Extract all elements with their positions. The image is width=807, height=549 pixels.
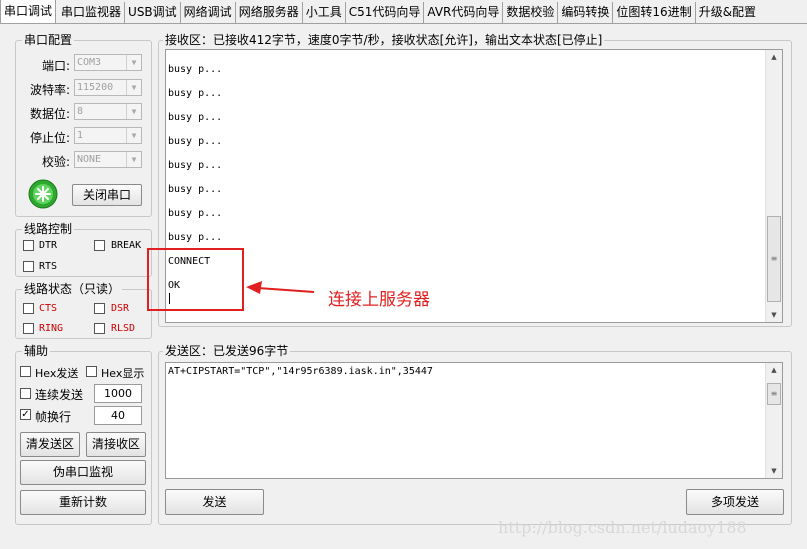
send-scroll-thumb[interactable]: ≡ bbox=[767, 383, 781, 405]
cts-label: CTS bbox=[39, 303, 58, 314]
scroll-up-icon[interactable]: ▲ bbox=[766, 53, 782, 61]
port-value: COM3 bbox=[77, 57, 102, 68]
line-control-group: 线路控制 DTR BREAK RTS bbox=[15, 222, 152, 277]
receive-title: 接收区：已接收412字节，速度0字节/秒，接收状态[允许]，输出文本状态[已停止… bbox=[163, 33, 605, 47]
scroll-down-icon[interactable]: ▼ bbox=[766, 311, 782, 319]
dsr-indicator bbox=[94, 303, 105, 314]
frame-newline-checkbox[interactable]: ✓ bbox=[20, 409, 31, 420]
send-group: 发送区：已发送96字节 AT+CIPSTART="TCP","14r95r638… bbox=[158, 344, 792, 525]
clear-send-button[interactable]: 清发送区 bbox=[20, 432, 80, 457]
tab-network-debug[interactable]: 网络调试 bbox=[181, 2, 236, 23]
baud-select[interactable]: 115200 ▼ bbox=[74, 79, 142, 96]
rts-checkbox[interactable] bbox=[23, 261, 34, 272]
arrow-left-icon bbox=[246, 281, 315, 294]
send-button[interactable]: 发送 bbox=[165, 489, 264, 515]
ring-label: RING bbox=[39, 323, 64, 334]
tab-encoding[interactable]: 编码转换 bbox=[558, 2, 614, 23]
line-status-title: 线路状态（只读） bbox=[22, 282, 123, 296]
rlsd-label: RLSD bbox=[111, 323, 136, 334]
dsr-label: DSR bbox=[111, 303, 130, 314]
watermark: http://blog.csdn.net/ludaoy188 bbox=[498, 518, 747, 537]
dtr-label: DTR bbox=[39, 240, 58, 251]
send-textarea[interactable]: AT+CIPSTART="TCP","14r95r6389.iask.in",3… bbox=[165, 362, 783, 479]
chevron-down-icon: ▼ bbox=[126, 128, 141, 143]
tab-usb-debug[interactable]: USB调试 bbox=[125, 2, 181, 23]
chevron-down-icon: ▼ bbox=[126, 104, 141, 119]
receive-line: busy p... bbox=[168, 184, 223, 195]
chevron-down-icon: ▼ bbox=[126, 152, 141, 167]
rlsd-indicator bbox=[94, 323, 105, 334]
cts-indicator bbox=[23, 303, 34, 314]
hex-send-checkbox[interactable] bbox=[20, 366, 31, 377]
annotation-text: 连接上服务器 bbox=[328, 290, 430, 310]
receive-line: busy p... bbox=[168, 160, 223, 171]
tab-bar: 串口调试 串口监视器 USB调试 网络调试 网络服务器 小工具 C51代码向导 … bbox=[0, 0, 807, 24]
send-scrollbar[interactable]: ▲ ≡ ▼ bbox=[765, 363, 782, 478]
receive-scrollbar[interactable]: ▲ ≡ ▼ bbox=[765, 50, 782, 322]
close-port-button[interactable]: 关闭串口 bbox=[72, 184, 142, 206]
send-title: 发送区：已发送96字节 bbox=[163, 344, 291, 358]
chevron-down-icon: ▼ bbox=[126, 80, 141, 95]
receive-line: busy p... bbox=[168, 64, 223, 75]
stopbits-label: 停止位: bbox=[29, 131, 70, 145]
tab-c51-wizard[interactable]: C51代码向导 bbox=[346, 2, 425, 23]
frame-input[interactable]: 40 bbox=[94, 406, 142, 425]
dtr-checkbox[interactable] bbox=[23, 240, 34, 251]
port-label: 端口: bbox=[41, 59, 70, 73]
baud-value: 115200 bbox=[77, 82, 114, 93]
parity-select[interactable]: NONE ▼ bbox=[74, 151, 142, 168]
line-status-group: 线路状态（只读） CTS DSR RING RLSD bbox=[15, 282, 152, 339]
pseudo-monitor-button[interactable]: 伪串口监视 bbox=[20, 460, 146, 485]
hex-show-checkbox[interactable] bbox=[86, 366, 97, 377]
ring-indicator bbox=[23, 323, 34, 334]
parity-label: 校验: bbox=[41, 155, 70, 169]
port-status-icon bbox=[28, 179, 58, 209]
interval-input[interactable]: 1000 bbox=[94, 384, 142, 403]
receive-line: busy p... bbox=[168, 208, 223, 219]
tab-avr-wizard[interactable]: AVR代码向导 bbox=[424, 2, 504, 23]
aux-group: 辅助 Hex发送 Hex显示 连续发送 1000 ✓ 帧换行 40 清发送区 清… bbox=[15, 344, 152, 525]
continuous-send-label: 连续发送 bbox=[35, 388, 84, 402]
tab-serial-monitor[interactable]: 串口监视器 bbox=[58, 2, 126, 23]
send-content: AT+CIPSTART="TCP","14r95r6389.iask.in",3… bbox=[168, 366, 433, 377]
receive-line: busy p... bbox=[168, 112, 223, 123]
multi-send-button[interactable]: 多项发送 bbox=[686, 489, 784, 515]
aux-title: 辅助 bbox=[22, 344, 51, 358]
rts-label: RTS bbox=[39, 261, 58, 272]
tab-serial-debug[interactable]: 串口调试 bbox=[0, 0, 57, 23]
scroll-down-icon[interactable]: ▼ bbox=[766, 467, 782, 475]
serial-config-title: 串口配置 bbox=[22, 33, 75, 47]
stopbits-select[interactable]: 1 ▼ bbox=[74, 127, 142, 144]
port-select[interactable]: COM3 ▼ bbox=[74, 54, 142, 71]
serial-config-group: 串口配置 端口: COM3 ▼ 波特率: 115200 ▼ 数据位: 8 ▼ 停… bbox=[15, 33, 152, 217]
continuous-send-checkbox[interactable] bbox=[20, 388, 31, 399]
parity-value: NONE bbox=[77, 154, 102, 165]
recount-button[interactable]: 重新计数 bbox=[20, 490, 146, 515]
stopbits-value: 1 bbox=[77, 130, 84, 141]
receive-line: busy p... bbox=[168, 88, 223, 99]
databits-value: 8 bbox=[77, 106, 84, 117]
tab-network-server[interactable]: 网络服务器 bbox=[236, 2, 303, 23]
tab-upgrade-config[interactable]: 升级&配置 bbox=[696, 2, 759, 23]
break-checkbox[interactable] bbox=[94, 240, 105, 251]
frame-newline-label: 帧换行 bbox=[35, 410, 72, 424]
hex-send-label: Hex发送 bbox=[35, 367, 79, 380]
chevron-down-icon: ▼ bbox=[126, 55, 141, 70]
receive-scroll-thumb[interactable]: ≡ bbox=[767, 216, 781, 302]
break-label: BREAK bbox=[111, 240, 142, 251]
hex-show-label: Hex显示 bbox=[101, 367, 145, 380]
databits-select[interactable]: 8 ▼ bbox=[74, 103, 142, 120]
line-control-title: 线路控制 bbox=[22, 222, 75, 236]
tab-checksum[interactable]: 数据校验 bbox=[503, 2, 559, 23]
highlight-box bbox=[147, 248, 244, 311]
baud-label: 波特率: bbox=[29, 83, 70, 97]
tab-bitmap-hex[interactable]: 位图转16进制 bbox=[613, 2, 696, 23]
tab-tools[interactable]: 小工具 bbox=[303, 2, 346, 23]
receive-line: busy p... bbox=[168, 232, 223, 243]
clear-recv-button[interactable]: 清接收区 bbox=[86, 432, 146, 457]
databits-label: 数据位: bbox=[29, 107, 70, 121]
receive-line: busy p... bbox=[168, 136, 223, 147]
scroll-up-icon[interactable]: ▲ bbox=[766, 366, 782, 374]
